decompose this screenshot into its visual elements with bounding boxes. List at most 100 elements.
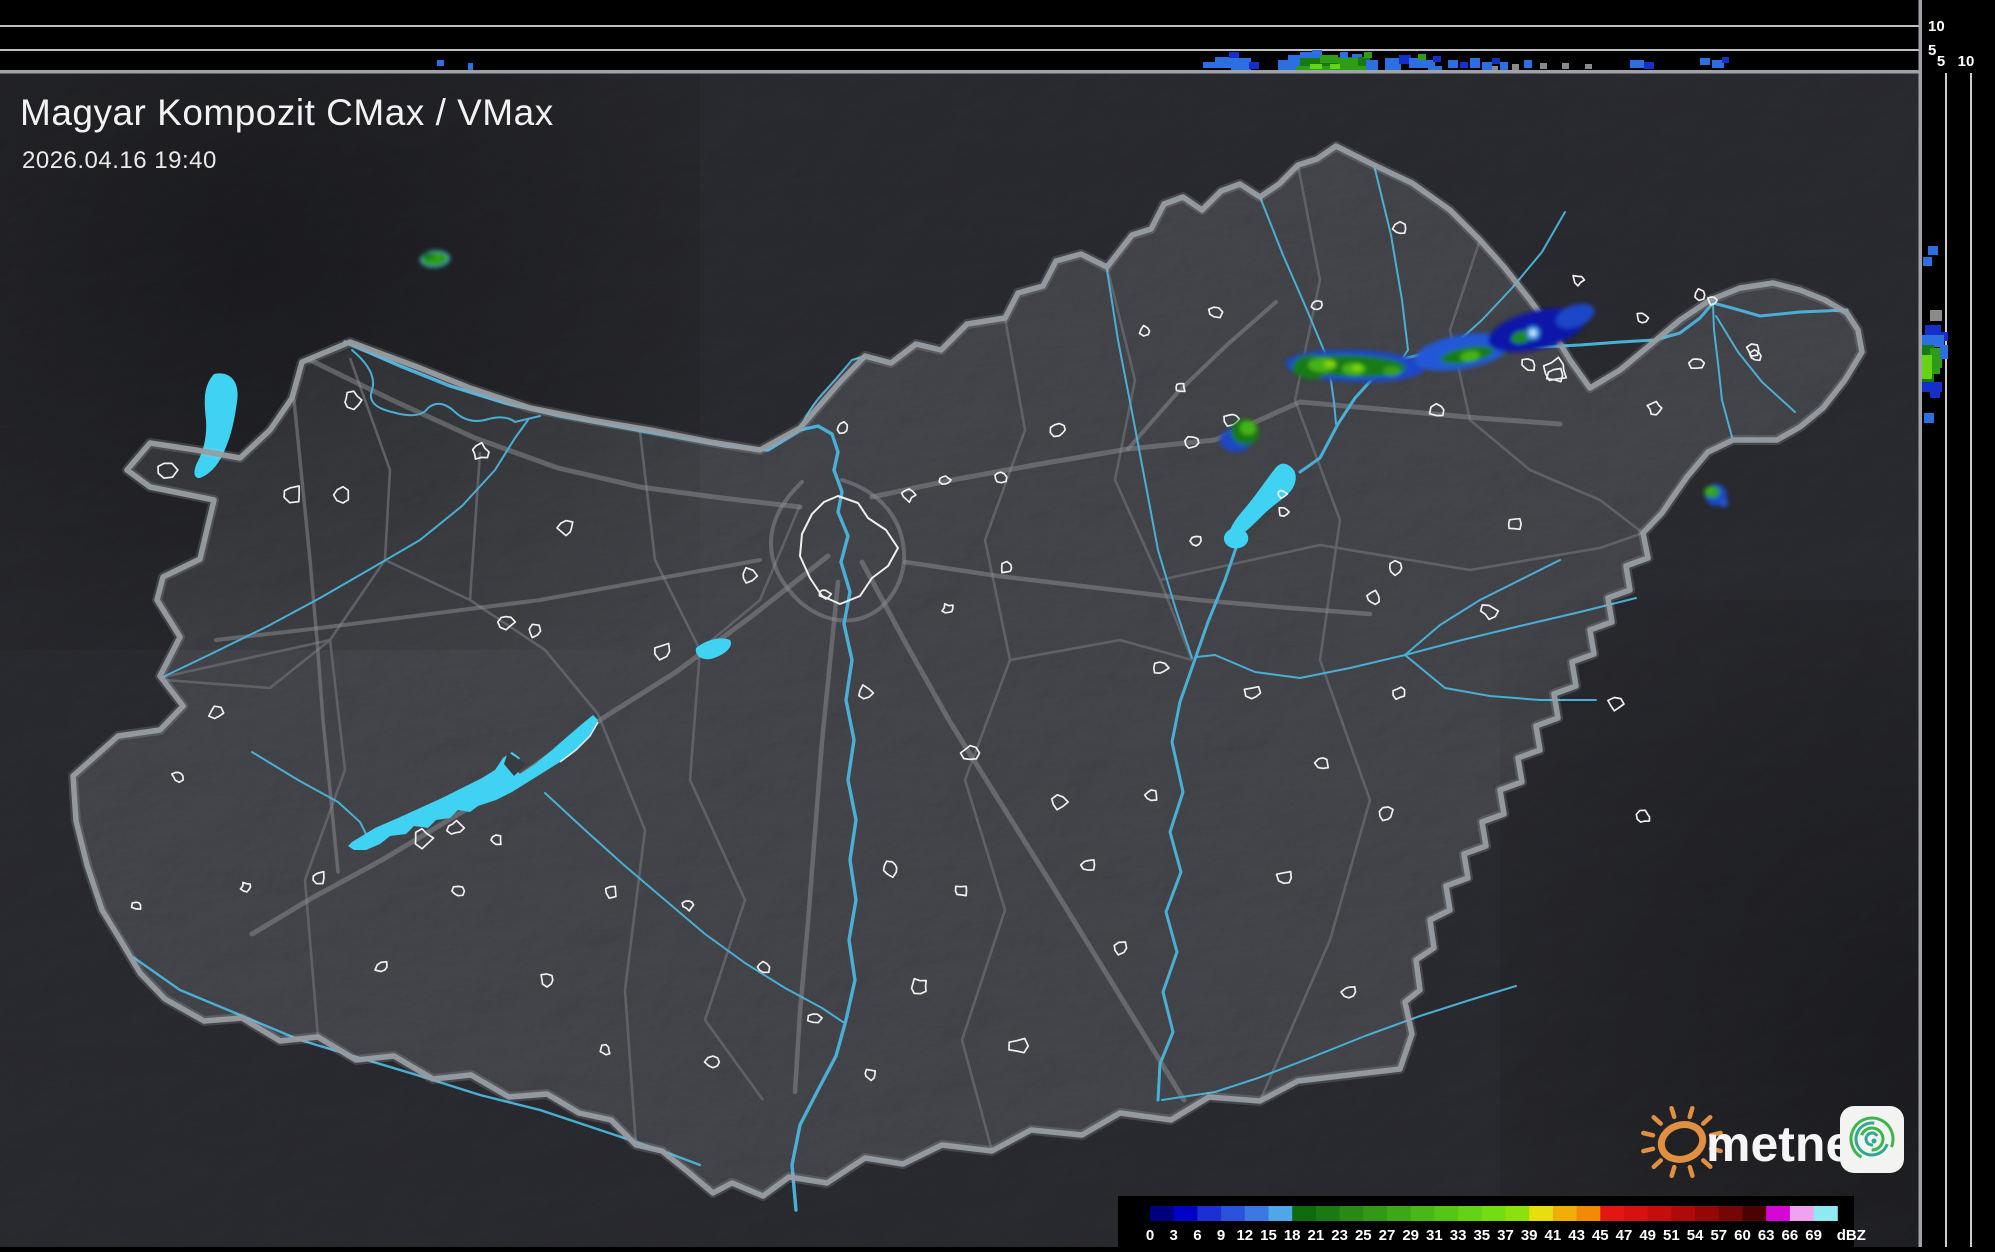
legend-color-swatch bbox=[1245, 1206, 1269, 1221]
legend-color-swatch bbox=[1363, 1206, 1387, 1221]
legend-tick-label: 43 bbox=[1568, 1227, 1585, 1244]
profile-echo-pixel bbox=[1922, 355, 1932, 379]
profile-echo-pixel bbox=[1500, 62, 1508, 70]
legend-color-swatch bbox=[1340, 1206, 1364, 1221]
legend-color-swatch bbox=[1482, 1206, 1506, 1221]
radar-map-stage: 105510 036912151821232527293133353739414… bbox=[0, 0, 1995, 1247]
profile-echo-pixel bbox=[1930, 310, 1942, 321]
legend-color-swatch bbox=[1719, 1206, 1743, 1221]
profile-echo-pixel bbox=[1338, 58, 1358, 67]
legend-color-swatch bbox=[1292, 1206, 1316, 1221]
profile-echo-pixel bbox=[1330, 64, 1340, 69]
legend-tick-label: 21 bbox=[1308, 1227, 1325, 1244]
profile-echo-pixel bbox=[1585, 64, 1592, 69]
legend-color-swatch bbox=[1695, 1206, 1719, 1221]
legend-color-swatch bbox=[1434, 1206, 1458, 1221]
profile-echo-pixel bbox=[1231, 58, 1251, 70]
profile-echo-pixel bbox=[1524, 60, 1532, 68]
profile-echo-pixel bbox=[1340, 52, 1348, 58]
legend-tick-label: 18 bbox=[1284, 1227, 1301, 1244]
legend-tick-label: 31 bbox=[1426, 1227, 1443, 1244]
top-strip-divider bbox=[0, 70, 1995, 74]
legend-color-swatch bbox=[1458, 1206, 1482, 1221]
legend-tick-label: 3 bbox=[1170, 1227, 1178, 1244]
top-profile-strip bbox=[0, 0, 1995, 74]
profile-axis-label: 5 bbox=[1937, 53, 1945, 70]
legend-tick-label: 29 bbox=[1402, 1227, 1419, 1244]
legend-tick-label: 60 bbox=[1734, 1227, 1751, 1244]
radar-echo bbox=[1240, 421, 1256, 435]
profile-echo-pixel bbox=[1932, 360, 1940, 374]
legend-color-swatch bbox=[1766, 1206, 1790, 1221]
legend-color-swatch bbox=[1624, 1206, 1648, 1221]
legend-tick-label: 33 bbox=[1450, 1227, 1467, 1244]
map-canvas: 105510 036912151821232527293133353739414… bbox=[0, 0, 1995, 1247]
legend-tick-label: 54 bbox=[1687, 1227, 1704, 1244]
profile-echo-pixel bbox=[1722, 57, 1729, 63]
legend-color-swatch bbox=[1743, 1206, 1767, 1221]
right-strip-divider bbox=[1919, 0, 1923, 1247]
legend-color-swatch bbox=[1671, 1206, 1695, 1221]
profile-echo-pixel bbox=[1203, 62, 1217, 68]
legend-tick-label: 51 bbox=[1663, 1227, 1680, 1244]
legend-color-swatch bbox=[1150, 1206, 1174, 1221]
profile-echo-pixel bbox=[1460, 62, 1468, 68]
legend-color-swatch bbox=[1506, 1206, 1530, 1221]
profile-echo-pixel bbox=[1482, 62, 1492, 70]
profile-axis-label: 5 bbox=[1928, 42, 1936, 59]
profile-echo-pixel bbox=[437, 60, 444, 66]
profile-echo-pixel bbox=[1215, 57, 1231, 68]
legend-color-swatch bbox=[1411, 1206, 1435, 1221]
legend-color-swatch bbox=[1790, 1206, 1814, 1221]
profile-echo-pixel bbox=[1448, 60, 1458, 68]
legend-tick-label: 37 bbox=[1497, 1227, 1514, 1244]
page-title: Magyar Kompozit CMax / VMax bbox=[20, 92, 554, 134]
sun-ray bbox=[1672, 1108, 1675, 1117]
profile-echo-pixel bbox=[1364, 52, 1372, 58]
radar-echo bbox=[1383, 366, 1401, 376]
profile-echo-pixel bbox=[1320, 55, 1338, 63]
profile-echo-pixel bbox=[1418, 54, 1426, 60]
profile-echo-pixel bbox=[1249, 62, 1259, 69]
legend-tick-label: 41 bbox=[1545, 1227, 1562, 1244]
profile-echo-pixel bbox=[1470, 58, 1480, 68]
legend-color-swatch bbox=[1269, 1206, 1293, 1221]
profile-echo-pixel bbox=[1940, 345, 1948, 359]
swirl-dot bbox=[1872, 1139, 1877, 1144]
profile-echo-pixel bbox=[1366, 60, 1378, 70]
profile-echo-pixel bbox=[1300, 52, 1312, 58]
radar-echo bbox=[1707, 488, 1713, 494]
legend-tick-label: 63 bbox=[1758, 1227, 1775, 1244]
legend-tick-label: 39 bbox=[1521, 1227, 1538, 1244]
sun-ray bbox=[1643, 1149, 1653, 1151]
profile-echo-pixel bbox=[1540, 63, 1547, 69]
legend-color-swatch bbox=[1221, 1206, 1245, 1221]
profile-echo-pixel bbox=[1930, 390, 1940, 398]
profile-echo-pixel bbox=[1562, 63, 1569, 69]
dbz-legend: 0369121518212325272931333537394143454749… bbox=[1118, 1196, 1866, 1247]
profile-echo-pixel bbox=[1644, 62, 1654, 69]
radar-echo bbox=[1530, 330, 1537, 337]
profile-echo-pixel bbox=[1700, 58, 1710, 65]
legend-color-swatch bbox=[1197, 1206, 1221, 1221]
radar-echo bbox=[1352, 365, 1362, 371]
timestamp: 2026.04.16 19:40 bbox=[22, 147, 217, 175]
radar-echo bbox=[1324, 361, 1336, 368]
profile-echo-pixel bbox=[1928, 246, 1938, 255]
profile-echo-pixel bbox=[1385, 58, 1401, 70]
profile-echo-pixel bbox=[1924, 413, 1934, 423]
legend-color-swatch bbox=[1553, 1206, 1577, 1221]
legend-tick-label: 6 bbox=[1193, 1227, 1201, 1244]
legend-color-swatch bbox=[1387, 1206, 1411, 1221]
radar-echo bbox=[1720, 499, 1728, 507]
right-profile-strip bbox=[1919, 0, 1995, 1247]
legend-color-swatch bbox=[1577, 1206, 1601, 1221]
legend-color-swatch bbox=[1648, 1206, 1672, 1221]
profile-echo-pixel bbox=[1923, 257, 1932, 266]
legend-tick-label: 0 bbox=[1146, 1227, 1154, 1244]
profile-echo-pixel bbox=[1492, 58, 1500, 64]
sun-ray bbox=[1643, 1133, 1653, 1135]
profile-axis-label: 10 bbox=[1958, 53, 1975, 70]
legend-tick-label: 12 bbox=[1236, 1227, 1253, 1244]
legend-color-swatch bbox=[1600, 1206, 1624, 1221]
